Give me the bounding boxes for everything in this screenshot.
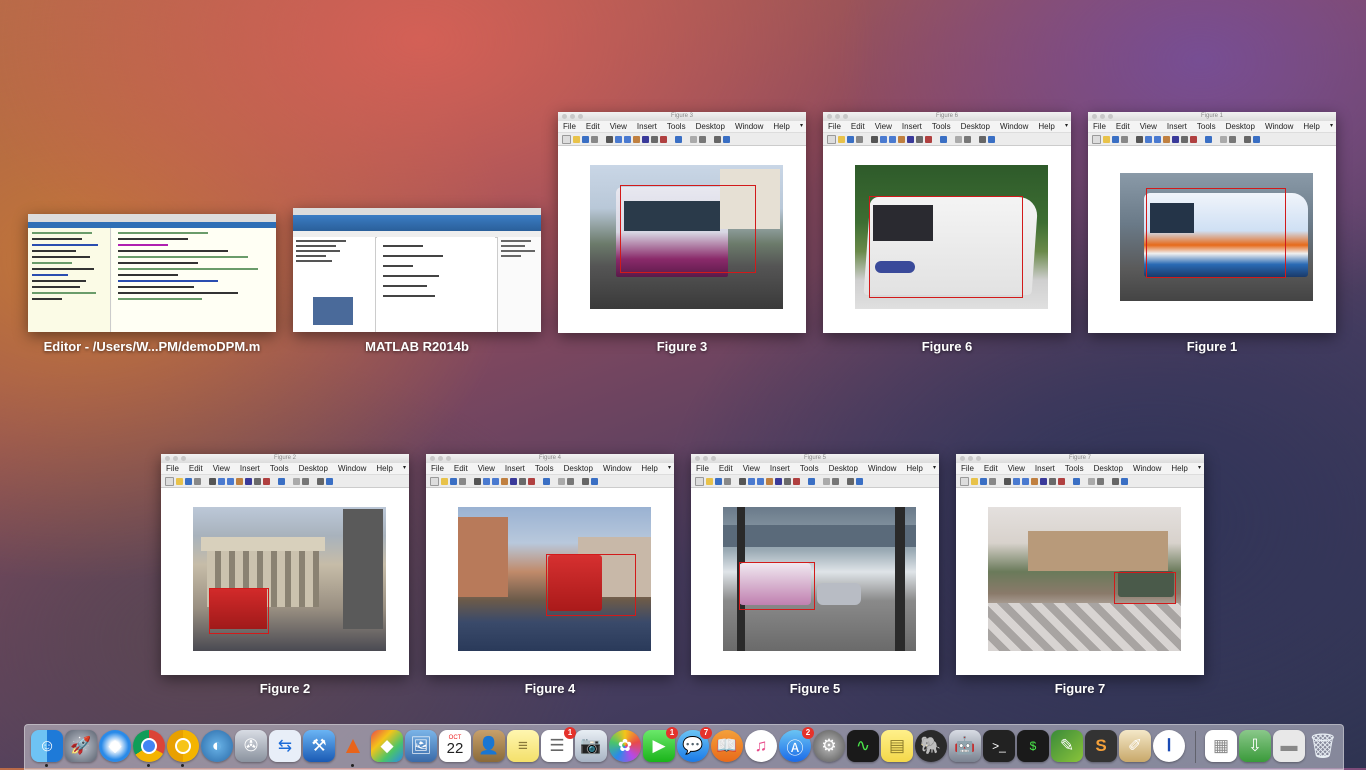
figure-title-bar: Figure 1 bbox=[1088, 112, 1336, 121]
figure-5-label: Figure 5 bbox=[789, 681, 841, 696]
figure-1-window[interactable]: Figure 1 File Edit View Insert Tools Desktop W… bbox=[1088, 112, 1336, 333]
sublime-text-icon[interactable]: S bbox=[1085, 730, 1117, 762]
network-utility-icon[interactable]: ✇ bbox=[235, 730, 267, 762]
matlab-window-label: MATLAB R2014b bbox=[365, 339, 469, 354]
figure-title-bar: Figure 2 bbox=[161, 454, 409, 463]
figure-menu-bar: File Edit View Insert Tools Desktop Window Help… bbox=[558, 121, 806, 133]
dock: ☺ 🚀 ◈ ◐ ✇ ⇆ ⚒ ▲ ◆ 🖼 OCT 22 👤 ≡ ☰ 1 📷 ✿ ▶ 1 … bbox=[24, 724, 1344, 770]
chrome-icon[interactable] bbox=[133, 730, 165, 767]
detection-box bbox=[620, 185, 756, 273]
figure-toolbar bbox=[1088, 133, 1336, 146]
automator-icon[interactable]: 🤖 bbox=[949, 730, 981, 762]
detection-box bbox=[739, 562, 815, 610]
system-preferences-icon[interactable]: ⚙ bbox=[813, 730, 845, 762]
detection-box bbox=[1114, 572, 1176, 604]
figure-menu-bar: File Edit View Insert Tools Desktop Window Help… bbox=[161, 463, 409, 475]
detection-box bbox=[1146, 188, 1286, 278]
chrome-canary-icon[interactable] bbox=[167, 730, 199, 767]
figure-title-bar: Figure 5 bbox=[691, 454, 939, 463]
coding-tool-icon[interactable]: ✎ bbox=[1051, 730, 1083, 762]
app-store-badge: 2 bbox=[802, 727, 814, 739]
editor-window-thumbnail[interactable] bbox=[28, 214, 276, 332]
figure-6-window[interactable]: Figure 6 File Edit View Insert Tools Desktop W… bbox=[823, 112, 1071, 333]
facetime-badge: 1 bbox=[666, 727, 678, 739]
figure-toolbar bbox=[558, 133, 806, 146]
figure-menu-bar: File Edit View Insert Tools Desktop Window Help… bbox=[956, 463, 1204, 475]
figure-menu-bar: File Edit View Insert Tools Desktop Window Help… bbox=[823, 121, 1071, 133]
figure-3-label: Figure 3 bbox=[656, 339, 708, 354]
figure-menu-bar: File Edit View Insert Tools Desktop Window Help… bbox=[426, 463, 674, 475]
figure-2-window[interactable]: Figure 2 File Edit View Insert Tools Desktop W… bbox=[161, 454, 409, 675]
evernote-icon[interactable]: 🐘 bbox=[915, 730, 947, 762]
matlab-window-thumbnail[interactable] bbox=[293, 208, 541, 332]
figure-title-bar: Figure 6 bbox=[823, 112, 1071, 121]
messages-badge: 7 bbox=[700, 727, 712, 739]
drawing-app-icon[interactable]: ✐ bbox=[1119, 730, 1151, 762]
document-icon[interactable]: ▦ bbox=[1205, 730, 1237, 762]
1password-icon[interactable]: Ⅰ bbox=[1153, 730, 1185, 762]
dock-separator bbox=[1195, 731, 1196, 763]
figure-4-window[interactable]: Figure 4 File Edit View Insert Tools Desktop W… bbox=[426, 454, 674, 675]
figure-toolbar bbox=[823, 133, 1071, 146]
teamviewer-icon[interactable]: ⇆ bbox=[269, 730, 301, 762]
preview-icon[interactable]: 🖼 bbox=[405, 730, 437, 762]
figure-title-bar: Figure 3 bbox=[558, 112, 806, 121]
figure-toolbar bbox=[956, 475, 1204, 488]
figure-3-window[interactable]: Figure 3 File Edit View Insert Tools Desktop W… bbox=[558, 112, 806, 333]
figure-6-label: Figure 6 bbox=[921, 339, 973, 354]
notes-icon[interactable]: ≡ bbox=[507, 730, 539, 762]
cube-app-icon[interactable]: ◆ bbox=[371, 730, 403, 762]
finder-icon[interactable]: ☺ bbox=[31, 730, 63, 767]
xcode-icon[interactable]: ⚒ bbox=[303, 730, 335, 762]
safari-icon[interactable]: ◈ bbox=[99, 730, 131, 762]
calendar-icon[interactable]: OCT 22 bbox=[439, 730, 471, 762]
activity-monitor-icon[interactable]: ∿ bbox=[847, 730, 879, 762]
network-globe-icon[interactable]: ◐ bbox=[201, 730, 233, 762]
detection-box bbox=[869, 196, 1023, 298]
launchpad-icon[interactable]: 🚀 bbox=[65, 730, 97, 762]
figure-5-window[interactable]: Figure 5 File Edit View Insert Tools Desktop W… bbox=[691, 454, 939, 675]
figure-1-label: Figure 1 bbox=[1186, 339, 1238, 354]
figure-toolbar bbox=[161, 475, 409, 488]
itunes-icon[interactable]: ♫ bbox=[745, 730, 777, 762]
detection-box bbox=[209, 588, 269, 634]
figure-7-window[interactable]: Figure 7 File Edit View Insert Tools Desktop W… bbox=[956, 454, 1204, 675]
terminal-dollar-icon[interactable]: $ bbox=[1017, 730, 1049, 762]
reminders-icon[interactable]: ☰ 1 bbox=[541, 727, 576, 762]
figure-menu-bar: File Edit View Insert Tools Desktop Window Help… bbox=[691, 463, 939, 475]
facetime-icon[interactable]: ▶ 1 bbox=[643, 727, 678, 762]
stickies-icon[interactable]: ▤ bbox=[881, 730, 913, 762]
figure-2-label: Figure 2 bbox=[259, 681, 311, 696]
ibooks-icon[interactable]: 📖 bbox=[711, 730, 743, 762]
matlab-icon[interactable]: ▲ bbox=[337, 730, 369, 767]
figure-toolbar bbox=[426, 475, 674, 488]
detection-box bbox=[546, 554, 636, 616]
app-store-icon[interactable]: Ⓐ 2 bbox=[779, 727, 814, 762]
trash-icon[interactable]: 🗑 bbox=[1307, 730, 1339, 762]
figure-title-bar: Figure 7 bbox=[956, 454, 1204, 463]
figure-menu-bar: File Edit View Insert Tools Desktop Window Help… bbox=[1088, 121, 1336, 133]
image-capture-icon[interactable]: 📷 bbox=[575, 730, 607, 762]
figure-toolbar bbox=[691, 475, 939, 488]
messages-icon[interactable]: 💬 7 bbox=[677, 727, 712, 762]
terminal-icon[interactable]: >_ bbox=[983, 730, 1015, 762]
downloads-folder-icon[interactable]: ⇩ bbox=[1239, 730, 1271, 762]
figure-title-bar: Figure 4 bbox=[426, 454, 674, 463]
photos-icon[interactable]: ✿ bbox=[609, 730, 641, 762]
contacts-icon[interactable]: 👤 bbox=[473, 730, 505, 762]
figure-7-label: Figure 7 bbox=[1054, 681, 1106, 696]
editor-window-label: Editor - /Users/W...PM/demoDPM.m bbox=[43, 339, 261, 354]
stack-icon[interactable]: ▬ bbox=[1273, 730, 1305, 762]
figure-4-label: Figure 4 bbox=[524, 681, 576, 696]
